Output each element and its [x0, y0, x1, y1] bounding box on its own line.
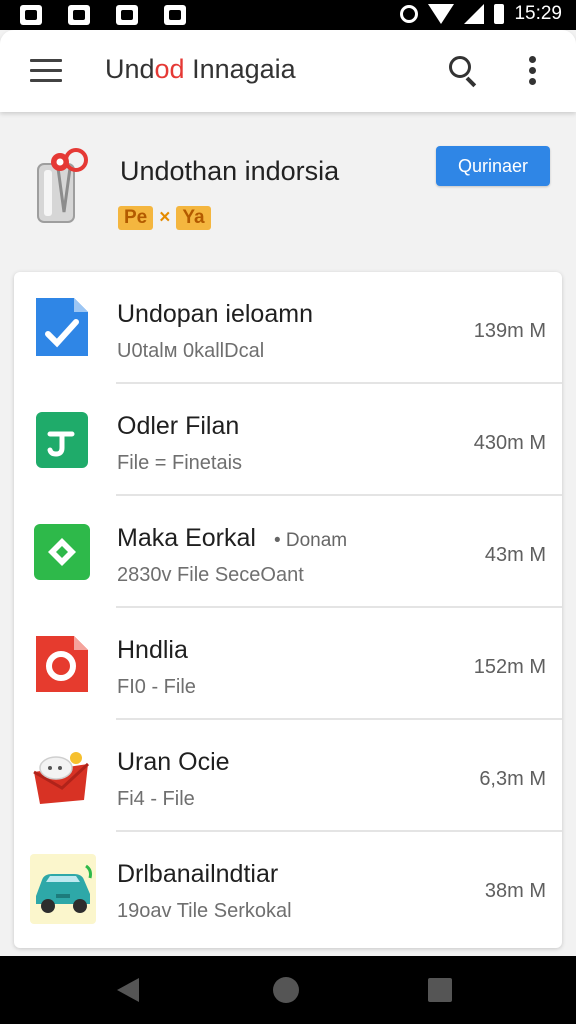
badge-right: Ya: [176, 206, 211, 230]
system-icons: 15:29: [400, 3, 562, 25]
file-tag: • Donam: [273, 530, 348, 551]
file-row[interactable]: Drlbanailndtiar 19oav Tile Serkokal 38m …: [14, 832, 562, 944]
red-envelope-icon: [33, 752, 90, 804]
recent-apps-icon[interactable]: [428, 978, 452, 1002]
file-meta: File = Finetais: [117, 452, 243, 474]
file-size: 139m M: [473, 320, 546, 342]
nav-bar: [0, 956, 576, 1024]
back-icon[interactable]: [117, 978, 139, 1002]
file-meta: 2830v File SeceOant: [117, 564, 304, 586]
search-icon[interactable]: [449, 56, 479, 88]
header-title: Undothan indorsia: [120, 156, 340, 186]
paperclip-pin-icon: [37, 148, 88, 223]
file-name: Undopan ieloamn: [117, 300, 313, 328]
alarm-icon: [400, 5, 419, 23]
sync-icon: [68, 5, 90, 25]
file-name: Odler Filan: [117, 412, 240, 440]
wifi-icon: [428, 4, 455, 24]
app-title: Undod Innagaia: [105, 54, 296, 84]
header-section: Undothan indorsia Pe × Ya Qurinaer: [0, 120, 576, 260]
file-meta: 19oav Tile Serkokal: [117, 900, 292, 922]
document-check-icon: [36, 298, 88, 356]
file-meta: U0talм 0kallDcal: [117, 340, 265, 362]
file-meta: FI0 - File: [117, 676, 196, 698]
file-row[interactable]: Odler Filan File = Finetais 430m M: [14, 384, 562, 496]
file-size: 152m M: [473, 656, 546, 678]
badge-left: Pe: [118, 206, 154, 230]
status-time: 15:29: [514, 3, 562, 24]
file-name: Drlbanailndtiar: [117, 860, 279, 888]
notification-icons: [20, 5, 186, 25]
file-row[interactable]: Undopan ieloamn U0talм 0kallDcal 139m M: [14, 272, 562, 384]
home-icon[interactable]: [273, 977, 299, 1003]
gallery-icon: [116, 5, 138, 25]
car-image-icon: [30, 854, 96, 924]
chat-icon: [164, 5, 186, 25]
battery-icon: [494, 4, 505, 24]
status-bar: 15:29: [0, 0, 576, 30]
signal-icon: [464, 4, 485, 24]
app-bar: Undod Innagaia: [0, 30, 576, 112]
file-size: 38m M: [484, 880, 546, 902]
green-diamond-icon: [34, 524, 90, 580]
file-meta: Fi4 - File: [117, 788, 195, 810]
more-vert-icon[interactable]: [529, 56, 539, 88]
image-icon: [20, 5, 42, 25]
file-name: Uran Ocie: [117, 748, 230, 776]
file-name: Maka Eorkal: [117, 524, 256, 552]
file-row[interactable]: Uran Ocie Fi4 - File 6,3m M: [14, 720, 562, 832]
file-size: 43m M: [484, 544, 546, 566]
file-size: 430m M: [473, 432, 546, 454]
file-name: Hndlia: [117, 636, 188, 664]
file-list: Undopan ieloamn U0talм 0kallDcal 139m M …: [14, 272, 562, 948]
green-document-icon: [36, 412, 88, 468]
badge-separator: ×: [159, 207, 171, 228]
file-size: 6,3m M: [479, 768, 546, 790]
header-action-button[interactable]: Qurinaer: [436, 146, 550, 186]
menu-icon[interactable]: [30, 59, 62, 83]
header-badges: Pe × Ya: [118, 206, 211, 230]
file-row[interactable]: Hndlia FI0 - File 152m M: [14, 608, 562, 720]
red-document-icon: [36, 636, 88, 692]
file-row[interactable]: Maka Eorkal • Donam 2830v File SeceOant 4…: [14, 496, 562, 608]
